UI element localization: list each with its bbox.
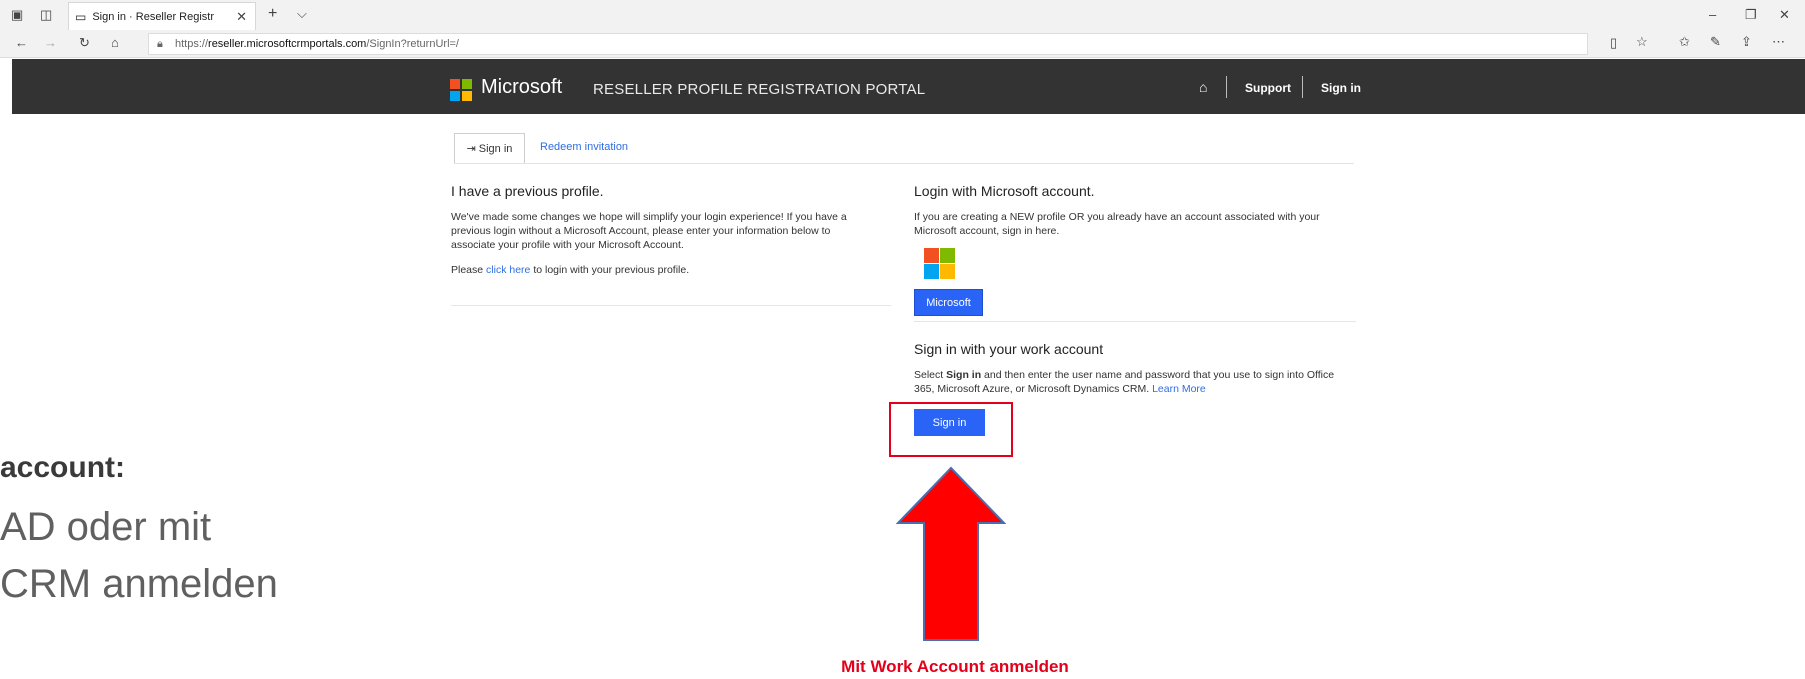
minimize-window-icon[interactable]: – [1709,7,1716,22]
microsoft-logo-icon [450,79,472,101]
nav-divider [1302,76,1303,98]
page-icon: ▭ [75,9,87,24]
tab-close-icon[interactable]: ✕ [236,9,247,25]
url-field[interactable]: 🔒︎ https://reseller.microsoftcrmportals.… [148,33,1588,55]
favorite-star-icon[interactable]: ☆ [1636,34,1648,50]
highlight-box [889,402,1013,457]
previous-profile-text-2: previous login without a Microsoft Accou… [451,225,831,237]
previous-profile-text-3: associate your profile with your Microso… [451,239,684,251]
more-menu-icon[interactable]: ⋯ [1772,34,1785,50]
url-path: /SignIn?returnUrl=/ [366,38,459,50]
login-tail-text: to login with your previous profile. [533,264,690,276]
signin-arrow-icon: ⇥ [466,143,476,155]
tab-underline [454,163,1354,164]
forward-icon[interactable]: → [44,35,57,50]
microsoft-login-button[interactable]: Microsoft [914,289,983,316]
nav-divider [1226,76,1227,98]
favorites-hub-icon[interactable]: ✩ [1679,34,1690,50]
work-body-text-2: 365, Microsoft Azure, or Microsoft Dynam… [914,383,1150,395]
close-window-icon[interactable]: ✕ [1779,7,1790,23]
microsoft-windows-logo-icon [924,248,955,279]
new-tab-button[interactable]: + [268,5,277,23]
work-account-text-2: 365, Microsoft Azure, or Microsoft Dynam… [914,382,1206,396]
learn-more-link[interactable]: Learn More [1152,383,1206,395]
set-tabs-aside-icon[interactable]: ◫ [40,7,52,23]
home-icon[interactable]: ⌂ [111,35,119,50]
ms-account-text-2: Microsoft account, sign in here. [914,225,1060,237]
nav-signin-link[interactable]: Sign in [1321,81,1361,95]
work-account-text-1: Select Sign in and then enter the user n… [914,368,1334,382]
url-domain: reseller.microsoftcrmportals.com [208,38,367,50]
tab-signin[interactable]: ⇥ Sign in [454,133,525,164]
click-here-link[interactable]: click here [486,264,530,276]
previous-profile-text-1: We've made some changes we hope will sim… [451,211,847,223]
annotation-label: Mit Work Account anmelden [841,657,1069,676]
lock-icon: 🔒︎ [157,38,163,50]
right-divider [914,321,1356,322]
previous-profile-login-text: Please click here to login with your pre… [451,263,689,277]
select-text: Select [914,369,944,381]
work-account-heading: Sign in with your work account [914,341,1104,357]
brand-name[interactable]: Microsoft [481,76,562,99]
work-body-text-1: and then enter the user name and passwor… [984,369,1335,381]
previous-profile-heading: I have a previous profile. [451,183,604,199]
share-icon[interactable]: ⇪ [1741,34,1752,50]
browser-tab-active[interactable]: ▭ Sign in · Reseller Registr ✕ [68,2,256,30]
tab-signin-label: Sign in [478,142,513,155]
overlay-text-2: AD oder mit [0,505,212,549]
notes-pen-icon[interactable]: ✎ [1710,34,1721,50]
tab-actions-icon[interactable]: ▣ [11,7,23,23]
url-prefix: https:// [175,38,209,50]
reading-view-icon[interactable]: ▯ [1610,35,1617,51]
ms-account-heading: Login with Microsoft account. [914,183,1095,199]
portal-title: RESELLER PROFILE REGISTRATION PORTAL [593,81,926,98]
maximize-window-icon[interactable]: ❐ [1745,7,1757,23]
signin-bold-text: Sign in [946,369,982,381]
nav-home-icon[interactable]: ⌂ [1199,79,1207,95]
overlay-text-1: account: [0,451,126,484]
tab-title: Sign in · Reseller Registr [92,10,214,23]
ms-account-text-1: If you are creating a NEW profile OR you… [914,211,1320,223]
red-arrow-icon [896,466,1006,641]
tab-redeem-invitation[interactable]: Redeem invitation [540,141,628,153]
refresh-icon[interactable]: ↻ [79,35,90,51]
please-text: Please [451,264,484,276]
tab-list-icon[interactable]: ⌵ [297,6,307,22]
back-icon[interactable]: ← [15,35,28,50]
overlay-text-3: CRM anmelden [0,562,278,606]
nav-support-link[interactable]: Support [1245,81,1291,95]
left-divider [451,305,891,306]
